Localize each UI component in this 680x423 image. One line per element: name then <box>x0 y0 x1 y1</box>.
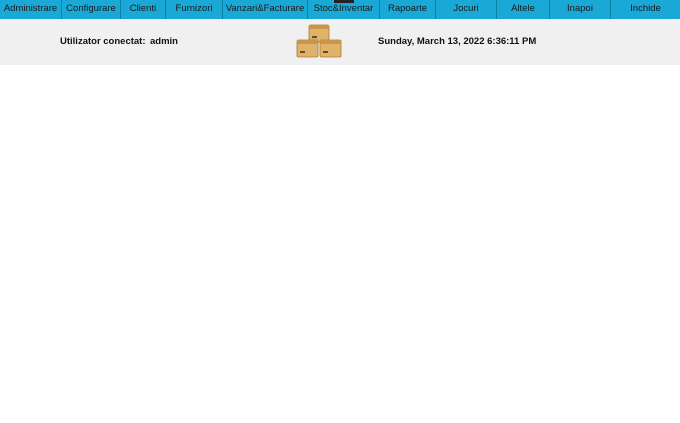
menu-label: Inapoi <box>567 3 593 14</box>
box-bottom-left <box>296 39 319 58</box>
menu-furnizori[interactable]: Furnizori <box>166 0 223 19</box>
menu-inchide[interactable]: Inchide <box>611 0 680 19</box>
connected-user-value: admin <box>150 36 178 47</box>
menu-clienti[interactable]: Clienti <box>121 0 166 19</box>
menu-inapoi[interactable]: Inapoi <box>550 0 611 19</box>
menu-label: Furnizori <box>175 3 213 14</box>
menu-label: Altele <box>511 3 535 14</box>
menu-label: Stoc&Inventar <box>313 3 374 14</box>
menu-altele[interactable]: Altele <box>497 0 550 19</box>
menu-label: Vanzari&Facturare <box>225 3 305 14</box>
menu-label: Administrare <box>3 3 58 14</box>
box-bottom-right <box>319 39 342 58</box>
menu-jocuri[interactable]: Jocuri <box>436 0 497 19</box>
box-top <box>308 24 330 43</box>
menu-rapoarte[interactable]: Rapoarte <box>380 0 436 19</box>
menu-stoc-inventar[interactable]: Stoc&Inventar <box>308 0 380 19</box>
menu-label: Configurare <box>66 3 116 14</box>
menu-label: Jocuri <box>453 3 479 14</box>
menu-label: Rapoarte <box>387 3 428 14</box>
current-datetime: Sunday, March 13, 2022 6:36:11 PM <box>378 36 537 47</box>
menu-label: Inchide <box>630 3 661 14</box>
menu-vanzari-facturare[interactable]: Vanzari&Facturare <box>223 0 308 19</box>
menu-administrare[interactable]: Administrare <box>0 0 62 19</box>
connected-user-label: Utilizator conectat: <box>60 36 146 47</box>
menu-label: Clienti <box>129 3 157 14</box>
menu-configurare[interactable]: Configurare <box>62 0 121 19</box>
main-menubar: Administrare Configurare Clienti Furnizo… <box>0 0 680 19</box>
active-tab-indicator <box>333 0 354 3</box>
boxes-icon <box>296 24 342 58</box>
